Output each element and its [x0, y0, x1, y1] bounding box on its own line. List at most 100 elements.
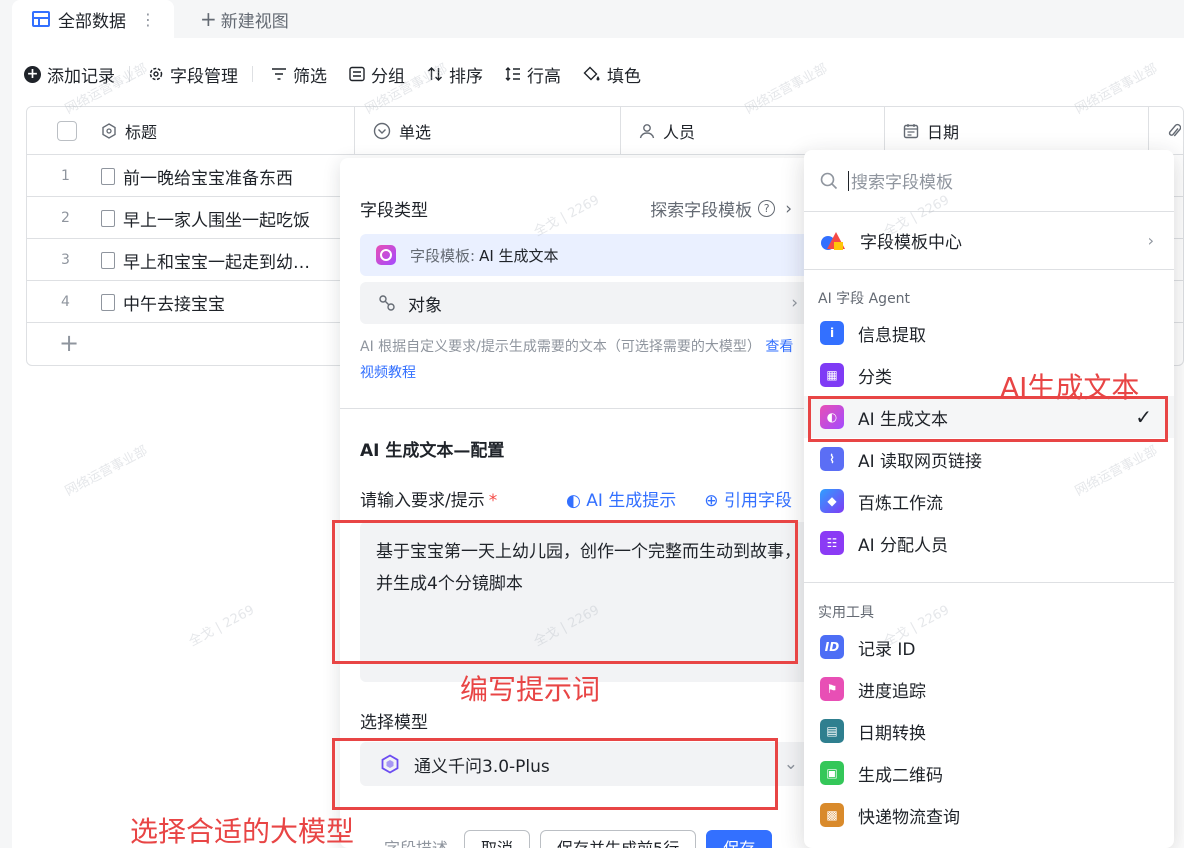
row-height-label: 行高	[527, 66, 561, 87]
link-reader-icon: ⌇	[820, 447, 844, 471]
group-title-ai-agent: AI 字段 Agent	[818, 291, 911, 307]
qrcode-icon: ▣	[820, 761, 844, 785]
menu-item-label: 信息提取	[858, 325, 926, 346]
required-mark: *	[488, 491, 498, 511]
header-cell-title[interactable]: 标题	[27, 107, 355, 155]
title-field-icon	[101, 123, 117, 139]
explore-templates-link[interactable]: 探索字段模板 ? ›	[650, 196, 792, 222]
new-view-button[interactable]: + 新建视图	[200, 0, 289, 38]
menu-item-info-extract[interactable]: i 信息提取	[804, 312, 1174, 354]
column-header-label: 单选	[399, 123, 432, 142]
template-center-label: 字段模板中心	[860, 233, 962, 253]
save-button[interactable]: 保存	[706, 830, 773, 848]
prompt-label: 请输入要求/提示 *	[360, 486, 497, 511]
chevron-right-icon: ›	[785, 198, 792, 219]
menu-item-ai-assign[interactable]: ☷ AI 分配人员	[804, 522, 1174, 564]
cite-field-button[interactable]: ⊕ 引用字段	[704, 486, 806, 511]
header-cell-date[interactable]: 日期	[885, 107, 1149, 155]
annotation-box-model	[332, 738, 778, 810]
menu-item-label: AI 分配人员	[858, 535, 949, 556]
link-object-icon	[378, 294, 396, 312]
row-number: 4	[61, 294, 70, 310]
row-title: 中午去接宝宝	[123, 294, 225, 315]
record-id-icon: ID	[820, 635, 844, 659]
fill-color-button[interactable]: 填色	[583, 62, 641, 87]
select-all-checkbox[interactable]	[57, 121, 77, 141]
menu-item-label: AI 读取网页链接	[858, 451, 983, 472]
text-caret	[848, 170, 849, 191]
object-selector[interactable]: 对象 ›	[360, 282, 810, 324]
row-title: 前一晚给宝宝准备东西	[123, 168, 293, 189]
menu-item-label: 百炼工作流	[858, 493, 943, 514]
annotation-write-prompt: 编写提示词	[460, 673, 601, 706]
field-template-menu: 搜索字段模板 字段模板中心 › AI 字段 Agent i 信息提取 ▦ 分类 …	[804, 150, 1174, 848]
chevron-right-icon: ›	[1147, 231, 1154, 250]
new-view-label: 新建视图	[220, 11, 289, 32]
prompt-label-text: 请输入要求/提示	[360, 491, 485, 511]
menu-item-date-convert[interactable]: ▤ 日期转换	[804, 710, 1174, 752]
calendar-icon	[903, 123, 919, 139]
menu-item-label: 生成二维码	[858, 765, 943, 786]
description-text: AI 根据自定义要求/提示生成需要的文本（可选择需要的大模型）	[360, 339, 761, 355]
annotation-choose-model: 选择合适的大模型	[130, 815, 355, 848]
package-icon: ▩	[820, 803, 844, 827]
menu-item-label: 分类	[858, 367, 892, 388]
search-icon	[820, 172, 838, 190]
plus-icon: +	[200, 7, 217, 31]
template-prefix: 字段模板:	[410, 246, 476, 265]
menu-item-label: 快递物流查询	[858, 807, 960, 828]
chevron-down-icon: ⌄	[783, 754, 798, 774]
tab-all-data[interactable]: 全部数据 ⋮	[12, 0, 174, 38]
row-height-button[interactable]: 行高	[505, 62, 561, 87]
add-circle-icon: +	[24, 65, 41, 83]
cite-field-label: 引用字段	[723, 491, 792, 511]
template-center-item[interactable]: 字段模板中心 ›	[804, 212, 1174, 270]
field-desc-toggle[interactable]: 字段描述	[384, 835, 448, 848]
menu-item-bailian-workflow[interactable]: ◆ 百炼工作流	[804, 480, 1174, 522]
classify-icon: ▦	[820, 363, 844, 387]
table-header: 标题 单选 人员 日期	[27, 107, 1183, 155]
ai-generate-prompt-button[interactable]: ◐ AI 生成提示	[566, 486, 690, 511]
row-number: 1	[61, 168, 70, 184]
template-search[interactable]: 搜索字段模板	[804, 150, 1174, 212]
view-tab-bar: 全部数据 ⋮ + 新建视图	[0, 0, 1184, 38]
save-and-generate-button[interactable]: 保存并生成前5行	[540, 830, 697, 848]
annotation-box-prompt	[332, 520, 798, 664]
document-icon	[101, 209, 115, 227]
model-label: 选择模型	[360, 713, 428, 733]
tab-all-data-label: 全部数据	[58, 11, 126, 32]
header-cell-attachment[interactable]	[1149, 107, 1183, 155]
config-title: AI 生成文本—配置	[360, 441, 505, 461]
panel-footer: 字段描述 取消 保存并生成前5行 保存	[384, 830, 782, 848]
ai-generate-prompt-label: AI 生成提示	[586, 491, 677, 511]
field-template-selector[interactable]: 字段模板: AI 生成文本	[360, 234, 810, 276]
group-title-tools: 实用工具	[818, 605, 874, 621]
menu-item-express[interactable]: ▩ 快递物流查询	[804, 794, 1174, 836]
row-title: 早上和宝宝一起走到幼…	[123, 252, 310, 273]
group-divider	[804, 582, 1174, 583]
filter-icon	[271, 67, 287, 81]
row-title: 早上一家人围坐一起吃饭	[123, 210, 310, 231]
chevron-right-icon: ›	[791, 293, 798, 313]
menu-item-progress[interactable]: ⚑ 进度追踪	[804, 668, 1174, 710]
column-header-label: 标题	[125, 123, 158, 142]
table-view-icon	[32, 11, 50, 27]
help-icon: ?	[758, 200, 776, 217]
header-cell-single-select[interactable]: 单选	[355, 107, 621, 155]
column-header-label: 人员	[663, 123, 696, 142]
menu-item-record-id[interactable]: ID 记录 ID	[804, 626, 1174, 668]
search-input[interactable]: 搜索字段模板	[851, 168, 953, 193]
more-icon[interactable]: ⋮	[140, 10, 156, 29]
prompt-actions: ◐ AI 生成提示 ⊕ 引用字段	[566, 486, 820, 511]
field-manage-button[interactable]: 字段管理	[148, 62, 238, 87]
paint-bucket-icon	[583, 66, 601, 82]
cancel-button[interactable]: 取消	[464, 830, 531, 848]
row-number: 3	[61, 252, 70, 268]
document-icon	[101, 167, 115, 185]
filter-button[interactable]: 筛选	[271, 62, 327, 87]
add-row-button[interactable]: +	[59, 329, 79, 357]
toolbar-divider	[252, 66, 253, 82]
field-type-label: 字段类型	[360, 201, 428, 221]
template-value: AI 生成文本	[479, 246, 559, 265]
menu-item-qrcode[interactable]: ▣ 生成二维码	[804, 752, 1174, 794]
